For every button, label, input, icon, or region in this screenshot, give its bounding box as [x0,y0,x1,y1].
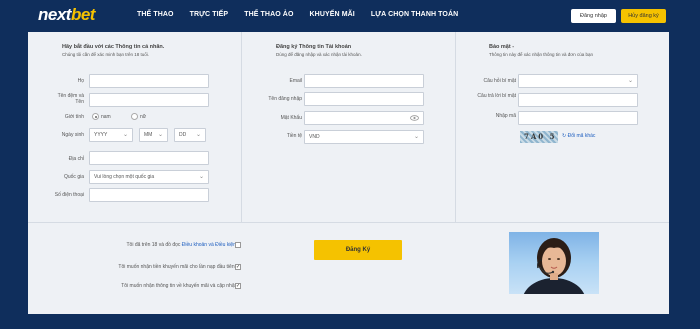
account-section-subtitle: Dùng để đăng nhập và xác nhận tài khoản. [276,52,362,57]
login-button[interactable]: Đăng nhập [571,9,616,23]
address-input[interactable] [89,151,209,165]
captcha-code-label: Nhập mã [495,113,516,119]
secret-question-label: Câu hỏi bí mật [483,78,516,84]
register-button[interactable]: Hủy đăng ký [621,9,666,23]
captcha-image: 7A0 5 [520,131,558,143]
register-submit-button[interactable]: Đăng Ký [314,240,402,260]
change-captcha-link[interactable]: ↻ Đổi mã khác [562,133,595,139]
chevron-down-icon: ⌄ [122,132,128,138]
nav-item-virtual-sports[interactable]: THỂ THAO ẢO [244,11,293,18]
logo-text-bet: bet [70,5,96,24]
gender-female-label: nữ [140,114,147,120]
username-input[interactable] [304,92,424,106]
personal-info-section: Hãy bắt đầu với các Thông tin cá nhân. C… [28,32,241,222]
nav-item-live[interactable]: TRỰC TIẾP [190,11,229,18]
nav-item-payment-options[interactable]: LỰA CHỌN THANH TOÁN [371,11,458,18]
chevron-down-icon: ⌄ [157,132,163,138]
email-label: Email [289,78,302,84]
nextbet-logo[interactable]: nextbet [38,5,95,25]
dob-month-value: MM [144,132,153,138]
registration-form: Hãy bắt đầu với các Thông tin cá nhân. C… [28,32,669,222]
chevron-down-icon: ⌄ [413,134,419,140]
currency-value: VND [309,134,320,140]
phone-input[interactable] [89,188,209,202]
security-section-subtitle: Thông tin này để xác nhận thông tin và đ… [489,52,594,57]
main-nav: THỂ THAO TRỰC TIẾP THỂ THAO ẢO KHUYẾN MÃ… [137,11,474,18]
chevron-down-icon: ⌄ [627,78,633,84]
first-name-label: Tên đệm và Tên [57,93,84,105]
captcha-code-input[interactable] [518,111,638,125]
gender-male-label: nam [101,114,111,120]
country-label: Quốc gia [63,174,84,180]
last-name-label: Họ [77,78,84,84]
dob-label: Ngày sinh [61,132,84,138]
country-value: Vui lòng chọn một quốc gia [94,174,155,180]
eye-icon[interactable] [410,115,419,121]
terms-link[interactable]: Điều khoản và Điều kiện [182,242,236,248]
gender-male-radio[interactable] [92,113,99,120]
bonus-checkbox[interactable]: ✓ [235,264,241,270]
secret-answer-label: Câu trả lời bí mật [477,93,516,99]
dob-year-select[interactable]: YYYY ⌄ [89,128,133,142]
news-consent-text: Tôi muốn nhận thông tin về khuyến mãi và… [121,283,236,289]
username-label: Tên đăng nhập [268,96,302,102]
password-label: Mật Khẩu [280,115,302,121]
dob-day-value: DD [179,132,187,138]
personal-section-title: Hãy bắt đầu với các Thông tin cá nhân. [62,44,165,50]
secret-question-select[interactable]: ⌄ [518,74,638,88]
phone-label: Số điện thoại [54,192,84,198]
support-agent-photo [509,232,599,294]
first-name-input[interactable] [89,93,209,107]
news-checkbox[interactable]: ✓ [235,283,241,289]
account-info-section: Đăng ký Thông tin Tài khoản Dùng để đăng… [241,32,455,222]
terms-prefix-text: Tôi đã trên 18 và đồ đọc [126,242,182,248]
password-input[interactable] [304,111,424,125]
consent-section: Tôi đã trên 18 và đồ đọc Điều khoản và Đ… [28,222,669,314]
dob-month-select[interactable]: MM ⌄ [139,128,168,142]
currency-select[interactable]: VND ⌄ [304,130,424,144]
chevron-down-icon: ⌄ [198,174,204,180]
dob-day-select[interactable]: DD ⌄ [174,128,206,142]
address-label: Địa chỉ [68,156,84,162]
security-section: Bảo mật - Thông tin này để xác nhận thôn… [455,32,669,222]
gender-label: Giới tính [64,114,84,120]
nav-item-sports[interactable]: THỂ THAO [137,11,174,18]
dob-year-value: YYYY [94,132,108,138]
email-input[interactable] [304,74,424,88]
secret-answer-input[interactable] [518,93,638,107]
logo-text-next: next [38,5,71,24]
gender-female-radio[interactable] [131,113,138,120]
terms-checkbox[interactable] [235,242,241,248]
chevron-down-icon: ⌄ [195,132,201,138]
terms-consent-text: Tôi đã trên 18 và đồ đọc Điều khoản và Đ… [126,242,236,248]
last-name-input[interactable] [89,74,209,88]
bonus-consent-text: Tôi muốn nhận tiền khuyến mãi cho lần nạ… [118,264,236,270]
top-header: nextbet THỂ THAO TRỰC TIẾP THỂ THAO ẢO K… [0,0,700,32]
currency-label: Tiền tệ [286,133,302,139]
country-select[interactable]: Vui lòng chọn một quốc gia ⌄ [89,170,209,184]
personal-section-subtitle: Chúng tôi cần để xác minh bạn trên 18 tu… [62,52,150,57]
support-agent-illustration [523,238,585,294]
nav-item-promotions[interactable]: KHUYẾN MÃI [310,11,355,18]
change-captcha-label: Đổi mã khác [567,133,596,139]
security-section-title: Bảo mật - [489,44,515,50]
account-section-title: Đăng ký Thông tin Tài khoản [276,44,352,50]
